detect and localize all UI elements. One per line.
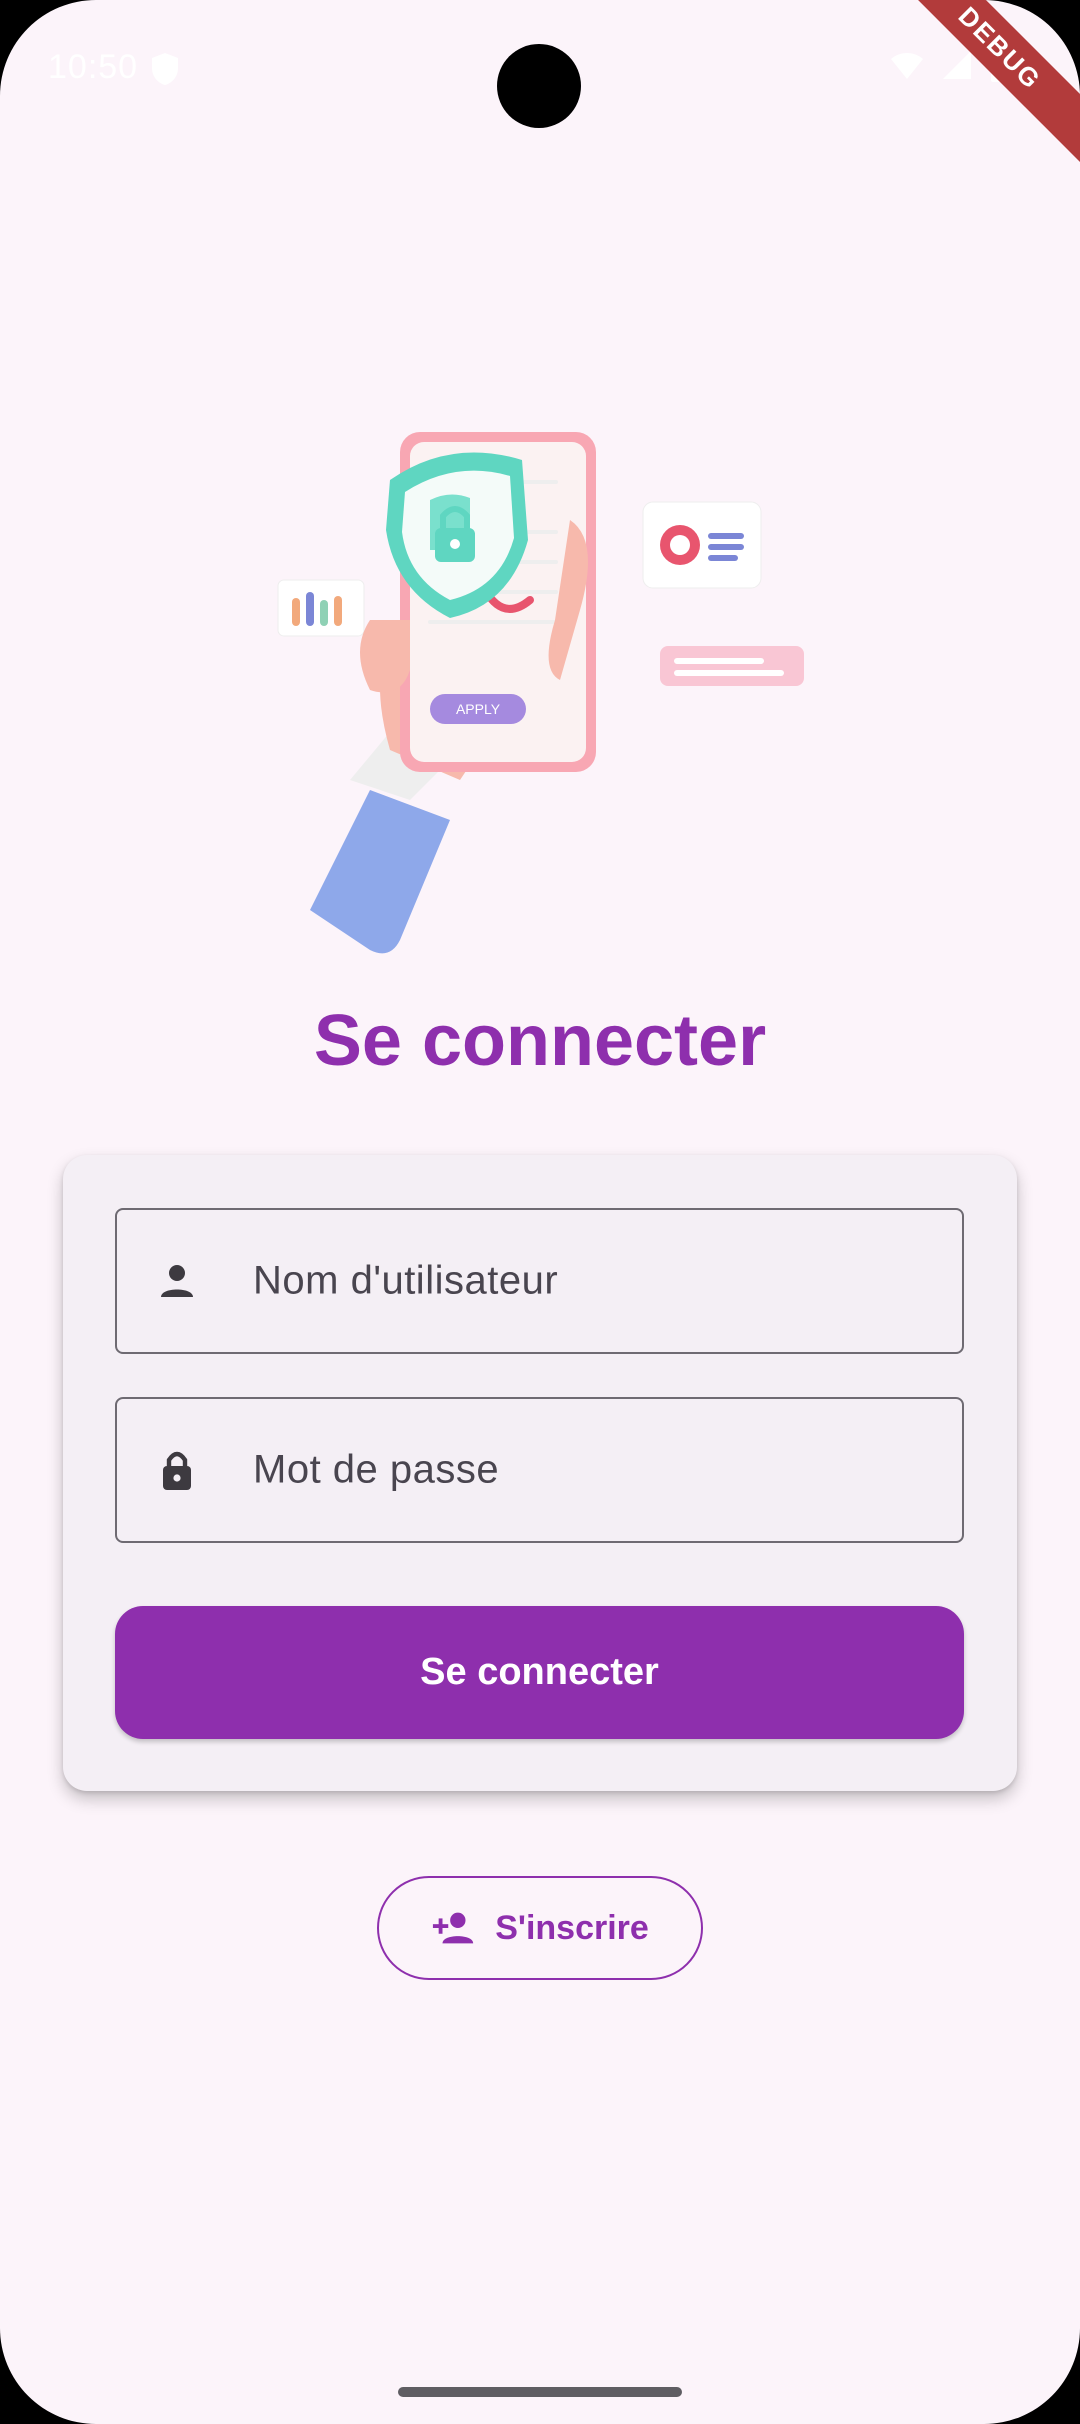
- login-button[interactable]: Se connecter: [115, 1606, 964, 1739]
- username-field[interactable]: Nom d'utilisateur: [115, 1208, 964, 1354]
- lock-icon: [163, 1451, 191, 1490]
- app-screen: 10:50 DEBUG APPLY Se connecter Nom d'uti…: [0, 0, 1080, 2424]
- register-label: S'inscrire: [495, 1908, 649, 1947]
- shield-icon: [152, 53, 178, 85]
- home-indicator[interactable]: [398, 2387, 682, 2397]
- status-time: 10:50: [48, 48, 139, 86]
- wifi-icon: [891, 53, 923, 79]
- person-add-icon: [433, 1912, 474, 1944]
- signal-icon: [943, 51, 971, 79]
- profile-card-icon: [642, 501, 762, 589]
- person-icon: [161, 1265, 193, 1297]
- username-placeholder: Nom d'utilisateur: [253, 1258, 559, 1303]
- camera-cutout: [497, 44, 581, 128]
- secure-login-illustration: APPLY: [277, 432, 804, 954]
- page-title: Se connecter: [313, 1001, 767, 1081]
- thumb: [360, 620, 410, 693]
- register-button[interactable]: S'inscrire: [377, 1876, 703, 1980]
- password-placeholder: Mot de passe: [253, 1447, 500, 1492]
- debug-banner: DEBUG: [876, 0, 1080, 172]
- password-field[interactable]: Mot de passe: [115, 1397, 964, 1543]
- apply-label: APPLY: [456, 701, 501, 717]
- status-bar: 10:50 DEBUG: [0, 0, 1080, 172]
- pink-bar-card: [660, 646, 804, 686]
- login-card: Nom d'utilisateur Mot de passe Se connec…: [63, 1155, 1017, 1791]
- chart-card-icon: [277, 579, 365, 637]
